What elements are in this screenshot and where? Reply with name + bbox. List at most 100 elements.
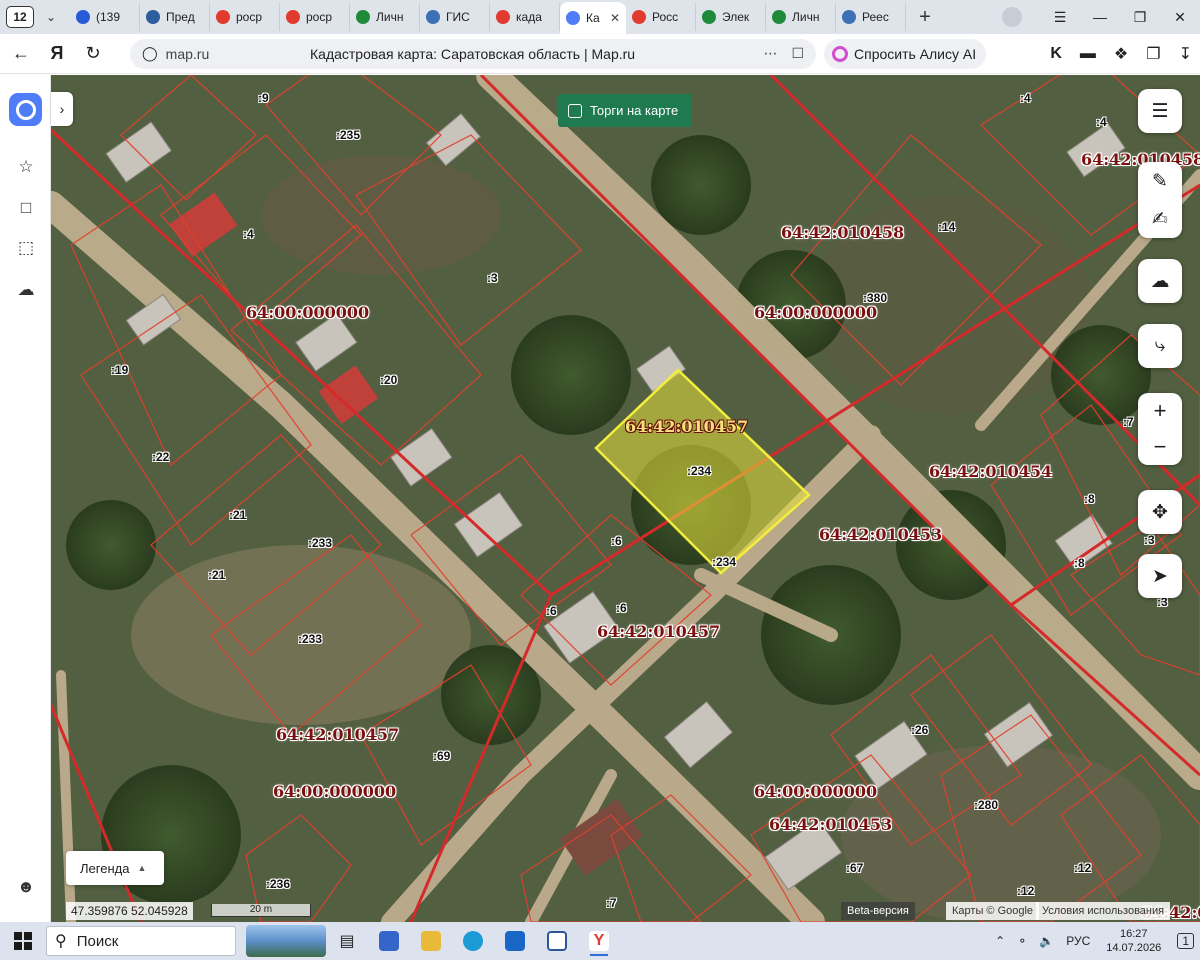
cloud-icon[interactable]: ☁	[14, 278, 38, 302]
tab-7[interactable]: Ка ✕	[560, 2, 626, 34]
minimize-button[interactable]: —	[1080, 9, 1120, 25]
tab-8[interactable]: Росс	[626, 3, 696, 31]
outlook-app[interactable]	[498, 925, 532, 957]
collections-icon[interactable]: ❐	[1146, 44, 1160, 64]
parcel-label[interactable]: :6	[546, 604, 557, 618]
start-button[interactable]	[0, 922, 46, 960]
parcel-label[interactable]: :26	[911, 723, 928, 737]
extension-k-icon[interactable]: K	[1050, 45, 1062, 63]
clock[interactable]: 16:27 14.07.2026	[1106, 927, 1161, 955]
back-button[interactable]: ←	[6, 39, 36, 69]
more-icon[interactable]: ⋯	[763, 45, 777, 62]
parcel-label[interactable]: :12	[1074, 861, 1091, 875]
extensions-puzzle-icon[interactable]: ❖	[1114, 44, 1128, 64]
expand-panel-button[interactable]: ›	[51, 92, 73, 126]
parcel-label[interactable]: :3	[487, 271, 498, 285]
parcel-label[interactable]: :67	[846, 861, 863, 875]
weather-widget[interactable]	[246, 925, 326, 957]
tab-11[interactable]: Реес	[836, 3, 906, 31]
terms-link[interactable]: Условия использования	[1036, 902, 1171, 920]
tab-count-button[interactable]: 12	[6, 6, 34, 28]
area-select-icon[interactable]: ⬚	[14, 236, 38, 260]
language-indicator[interactable]: РУС	[1066, 934, 1090, 948]
pan-button[interactable]: ✥	[1138, 490, 1182, 534]
parcel-label[interactable]: :12	[1017, 884, 1034, 898]
tab-1[interactable]: Пред	[140, 3, 210, 31]
url-field[interactable]: ◯ map.ru Кадастровая карта: Саратовская …	[130, 38, 816, 69]
parcel-label[interactable]: :19	[111, 363, 128, 377]
parcel-label[interactable]: :8	[1074, 556, 1085, 570]
parcel-label[interactable]: :6	[611, 534, 622, 548]
tab-6[interactable]: када	[490, 3, 560, 31]
tab-10[interactable]: Личн	[766, 3, 836, 31]
tab-4[interactable]: Личн	[350, 3, 420, 31]
parcel-label[interactable]: :9	[258, 91, 269, 105]
tab-5[interactable]: ГИС	[420, 3, 490, 31]
ask-alice-button[interactable]: Спросить Алису AI	[824, 38, 986, 69]
parcel-label[interactable]: :4	[1020, 91, 1031, 105]
parcel-label[interactable]: :69	[433, 749, 450, 763]
parcel-label[interactable]: :233	[298, 632, 322, 646]
share-button[interactable]: ⤷	[1138, 324, 1182, 368]
tab-9[interactable]: Элек	[696, 3, 766, 31]
map-canvas[interactable]: 64:42:010458 64:00:000000 64:00:000000 64:4…	[51, 75, 1200, 922]
yandex-browser-app[interactable]: Y	[582, 925, 616, 957]
parcel-label[interactable]: :22	[152, 450, 169, 464]
bookmark-icon[interactable]: ☐	[791, 45, 804, 62]
parcel-label[interactable]: :7	[1123, 415, 1134, 429]
taskbar-search[interactable]: ⚲ Поиск	[46, 926, 236, 956]
parcel-label[interactable]: :234	[712, 555, 736, 569]
parcel-label[interactable]: :4	[243, 227, 254, 241]
close-window-button[interactable]: ✕	[1160, 9, 1200, 26]
tray-chevron-icon[interactable]: ⌃	[995, 934, 1005, 948]
explorer-app[interactable]	[414, 925, 448, 957]
document-app[interactable]	[540, 925, 574, 957]
download-icon[interactable]: ↧	[1179, 44, 1192, 64]
volume-icon[interactable]: 🔈	[1039, 934, 1054, 948]
parcel-label[interactable]: :4	[1096, 115, 1107, 129]
parcel-label[interactable]: :236	[266, 877, 290, 891]
tab-3[interactable]: роср	[280, 3, 350, 31]
legend-button[interactable]: Легенда ▲	[66, 851, 164, 885]
task-view-button[interactable]: ▤	[330, 925, 364, 957]
ruler-icon[interactable]: ✎	[1138, 170, 1182, 193]
layers-button[interactable]: ☰	[1138, 89, 1182, 133]
close-tab-icon[interactable]: ✕	[610, 11, 620, 25]
new-tab-button[interactable]: +	[912, 4, 938, 30]
parcel-label[interactable]: :233	[308, 536, 332, 550]
tab-2[interactable]: роср	[210, 3, 280, 31]
store-app[interactable]	[372, 925, 406, 957]
menu-icon[interactable]: ☰	[1040, 9, 1080, 26]
parcel-label[interactable]: :280	[974, 798, 998, 812]
parcel-label[interactable]: :7	[606, 896, 617, 910]
restore-button[interactable]: ❐	[1120, 9, 1160, 26]
extension-hat-icon[interactable]: ▬	[1080, 45, 1096, 63]
zoom-in-button[interactable]: +	[1138, 398, 1182, 424]
parcel-label[interactable]: :6	[616, 601, 627, 615]
auctions-checkbox[interactable]	[568, 103, 582, 118]
auctions-on-map-toggle[interactable]: Торги на карте	[558, 94, 692, 127]
notifications-icon[interactable]: 1	[1177, 933, 1194, 949]
edit-icon[interactable]: ✍	[1138, 208, 1182, 231]
parcel-label[interactable]: :380	[863, 291, 887, 305]
tabs-dropdown-icon[interactable]: ⌄	[38, 4, 64, 30]
parcel-label[interactable]: :14	[938, 220, 955, 234]
map-logo-button[interactable]	[9, 93, 42, 126]
parcel-label[interactable]: :21	[229, 508, 246, 522]
zoom-out-button[interactable]: −	[1138, 434, 1182, 460]
reload-button[interactable]: ↻	[78, 39, 108, 69]
upload-button[interactable]: ☁	[1138, 259, 1182, 303]
parcel-label[interactable]: :21	[208, 568, 225, 582]
parcel-label[interactable]: :235	[336, 128, 360, 142]
favorites-star-icon[interactable]: ☆	[14, 155, 38, 179]
parcel-label[interactable]: :20	[380, 373, 397, 387]
edge-app[interactable]	[456, 925, 490, 957]
parcel-label[interactable]: :3	[1144, 533, 1155, 547]
my-location-button[interactable]: ➤	[1138, 554, 1182, 598]
user-icon[interactable]: ☻	[14, 875, 38, 899]
profile-avatar[interactable]	[1002, 7, 1022, 27]
network-icon[interactable]: ⚬	[1017, 934, 1027, 948]
polygon-tool-icon[interactable]: □	[14, 196, 38, 220]
parcel-label[interactable]: :8	[1084, 492, 1095, 506]
tab-0[interactable]: (139	[70, 3, 140, 31]
